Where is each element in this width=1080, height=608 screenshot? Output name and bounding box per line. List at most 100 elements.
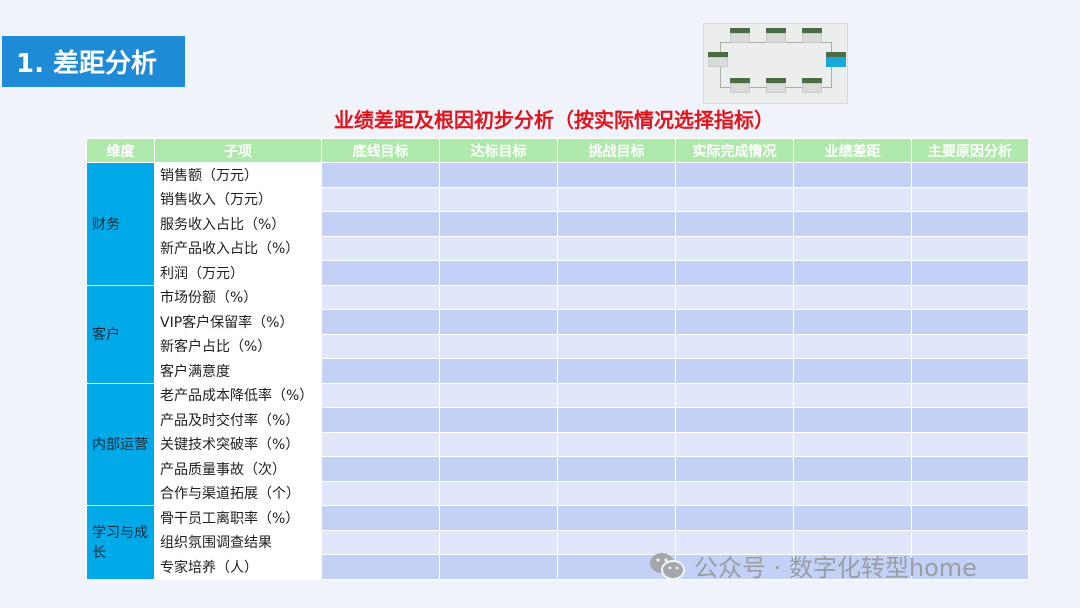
value-cell[interactable] <box>439 456 558 482</box>
value-cell[interactable] <box>911 284 1029 310</box>
value-cell[interactable] <box>793 162 912 188</box>
value-cell[interactable] <box>911 407 1029 433</box>
value-cell[interactable] <box>911 235 1029 261</box>
value-cell[interactable] <box>793 284 912 310</box>
value-cell[interactable] <box>675 235 794 261</box>
value-cell[interactable] <box>439 284 558 310</box>
value-cell[interactable] <box>557 162 676 188</box>
value-cell[interactable] <box>439 186 558 212</box>
table-row: 财务 销售额（万元） <box>86 162 1029 286</box>
value-cell[interactable] <box>557 284 676 310</box>
value-cell[interactable] <box>675 309 794 335</box>
value-cell[interactable] <box>557 333 676 359</box>
value-cell[interactable] <box>675 407 794 433</box>
value-cell[interactable] <box>793 407 912 433</box>
value-cell[interactable] <box>439 358 558 384</box>
value-cell[interactable] <box>675 260 794 286</box>
value-cell[interactable] <box>321 431 440 457</box>
value-cell[interactable] <box>439 505 558 531</box>
value-cell[interactable] <box>675 431 794 457</box>
value-cell[interactable] <box>557 235 676 261</box>
value-cell[interactable] <box>321 309 440 335</box>
value-cell[interactable] <box>793 358 912 384</box>
value-cell[interactable] <box>439 431 558 457</box>
value-cell[interactable] <box>321 162 440 188</box>
value-cell[interactable] <box>439 260 558 286</box>
value-cell[interactable] <box>557 456 676 482</box>
value-cell[interactable] <box>793 431 912 457</box>
value-cell[interactable] <box>557 358 676 384</box>
value-cell[interactable] <box>557 431 676 457</box>
value-cell[interactable] <box>911 382 1029 408</box>
value-cell[interactable] <box>439 529 558 555</box>
value-cell[interactable] <box>911 186 1029 212</box>
value-cell[interactable] <box>793 235 912 261</box>
value-cell[interactable] <box>793 186 912 212</box>
value-cell[interactable] <box>321 480 440 506</box>
value-cell[interactable] <box>321 235 440 261</box>
value-cell[interactable] <box>911 480 1029 506</box>
value-cell[interactable] <box>439 309 558 335</box>
subitem-cell: 组织氛围调查结果 <box>154 529 322 555</box>
table-row: 客户 市场份额（%） <box>86 284 1029 384</box>
value-cell[interactable] <box>675 505 794 531</box>
value-cell[interactable] <box>793 333 912 359</box>
value-cell[interactable] <box>793 260 912 286</box>
value-cell[interactable] <box>675 186 794 212</box>
value-cell[interactable] <box>911 211 1029 237</box>
value-cell[interactable] <box>557 505 676 531</box>
value-cell[interactable] <box>321 382 440 408</box>
value-cell[interactable] <box>439 333 558 359</box>
value-cell[interactable] <box>439 162 558 188</box>
value-cell[interactable] <box>675 456 794 482</box>
value-cell[interactable] <box>557 211 676 237</box>
value-cell[interactable] <box>321 333 440 359</box>
value-cell[interactable] <box>911 456 1029 482</box>
table-row: VIP客户保留率（%） <box>87 309 1029 335</box>
value-cell[interactable] <box>911 358 1029 384</box>
value-cell[interactable] <box>321 284 440 310</box>
value-cell[interactable] <box>321 456 440 482</box>
value-cell[interactable] <box>439 382 558 408</box>
value-cell[interactable] <box>557 186 676 212</box>
subitem-cell: 市场份额（%） <box>154 284 322 310</box>
value-cell[interactable] <box>557 407 676 433</box>
value-cell[interactable] <box>557 382 676 408</box>
value-cell[interactable] <box>911 333 1029 359</box>
value-cell[interactable] <box>911 260 1029 286</box>
value-cell[interactable] <box>675 162 794 188</box>
value-cell[interactable] <box>793 505 912 531</box>
value-cell[interactable] <box>675 211 794 237</box>
value-cell[interactable] <box>321 358 440 384</box>
value-cell[interactable] <box>793 309 912 335</box>
value-cell[interactable] <box>675 382 794 408</box>
value-cell[interactable] <box>439 554 558 580</box>
value-cell[interactable] <box>675 333 794 359</box>
value-cell[interactable] <box>911 505 1029 531</box>
value-cell[interactable] <box>321 260 440 286</box>
value-cell[interactable] <box>439 480 558 506</box>
value-cell[interactable] <box>321 529 440 555</box>
value-cell[interactable] <box>793 382 912 408</box>
value-cell[interactable] <box>675 284 794 310</box>
value-cell[interactable] <box>675 358 794 384</box>
value-cell[interactable] <box>321 554 440 580</box>
value-cell[interactable] <box>557 480 676 506</box>
value-cell[interactable] <box>321 211 440 237</box>
value-cell[interactable] <box>321 186 440 212</box>
value-cell[interactable] <box>911 431 1029 457</box>
value-cell[interactable] <box>793 480 912 506</box>
value-cell[interactable] <box>675 480 794 506</box>
value-cell[interactable] <box>911 162 1029 188</box>
value-cell[interactable] <box>321 407 440 433</box>
value-cell[interactable] <box>439 211 558 237</box>
value-cell[interactable] <box>557 309 676 335</box>
value-cell[interactable] <box>439 407 558 433</box>
value-cell[interactable] <box>793 456 912 482</box>
value-cell[interactable] <box>911 309 1029 335</box>
value-cell[interactable] <box>557 260 676 286</box>
value-cell[interactable] <box>321 505 440 531</box>
value-cell[interactable] <box>793 211 912 237</box>
value-cell[interactable] <box>439 235 558 261</box>
header-challenge-target: 挑战目标 <box>557 138 676 163</box>
